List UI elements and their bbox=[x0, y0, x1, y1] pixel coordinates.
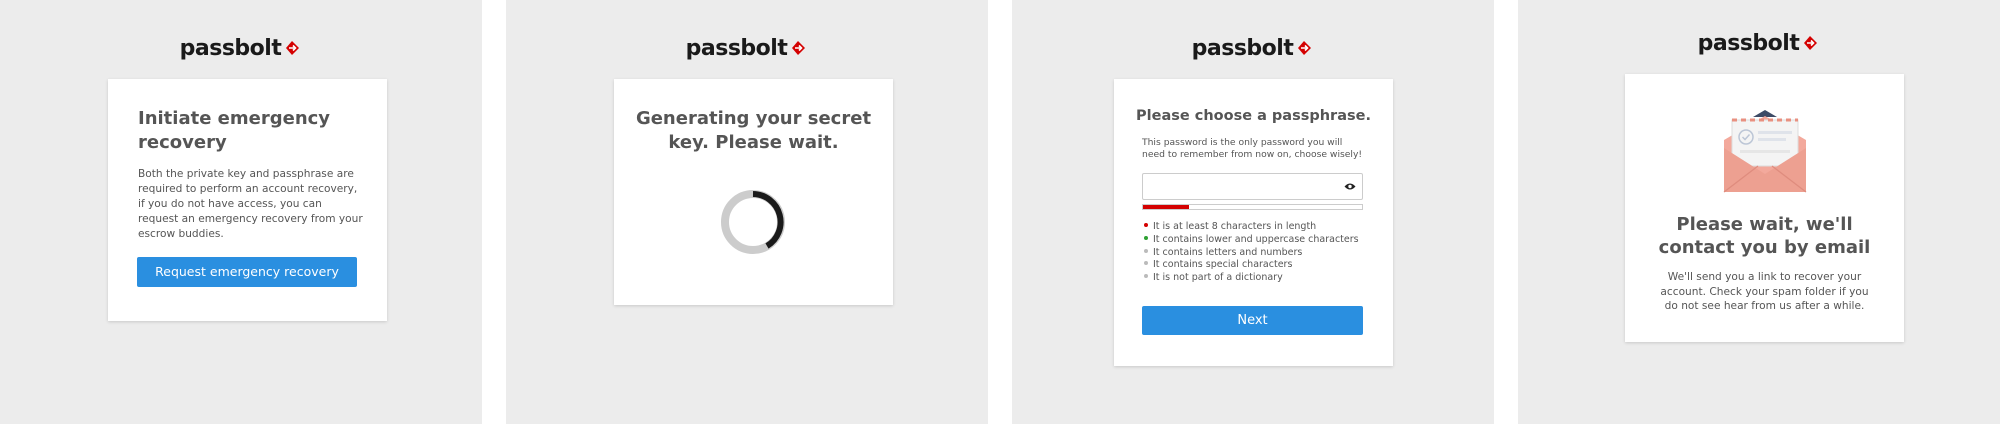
passbolt-arrow-icon bbox=[1804, 36, 1818, 50]
request-emergency-recovery-button[interactable]: Request emergency recovery bbox=[137, 257, 357, 287]
passbolt-logo: passbolt bbox=[1518, 31, 2000, 56]
criteria-status-dot bbox=[1144, 274, 1148, 279]
criteria-text: It is at least 8 characters in length bbox=[1153, 221, 1317, 232]
generating-card: Generating your secret key. Please wait. bbox=[614, 79, 893, 305]
email-wait-card: Please wait, we'll contact you by email … bbox=[1625, 74, 1904, 342]
card-description: We'll send you a link to recover your ac… bbox=[1660, 271, 1869, 312]
passbolt-logo: passbolt bbox=[0, 36, 482, 61]
screen-choose-passphrase: passbolt Please choose a passphrase. Thi… bbox=[1012, 0, 1494, 424]
logo-text: passbolt bbox=[685, 36, 788, 61]
passbolt-arrow-icon bbox=[792, 41, 806, 55]
passbolt-logo: passbolt bbox=[506, 36, 988, 61]
card-description: Both the private key and passphrase are … bbox=[138, 168, 363, 240]
criteria-item: It contains lower and uppercase characte… bbox=[1144, 234, 1374, 247]
screen-initiate-recovery: passbolt Initiate emergency recovery Bot… bbox=[0, 0, 482, 424]
criteria-item: It is at least 8 characters in length bbox=[1144, 221, 1374, 234]
next-button[interactable]: Next bbox=[1142, 306, 1363, 335]
logo-text: passbolt bbox=[1697, 31, 1800, 56]
logo-text: passbolt bbox=[1191, 36, 1294, 61]
card-title: Please choose a passphrase. bbox=[1136, 108, 1371, 124]
strength-meter bbox=[1142, 204, 1363, 210]
passphrase-field bbox=[1142, 173, 1363, 200]
passphrase-card: Please choose a passphrase. This passwor… bbox=[1114, 79, 1393, 366]
criteria-text: It contains special characters bbox=[1153, 259, 1293, 271]
passbolt-arrow-icon bbox=[286, 41, 300, 55]
eye-icon[interactable] bbox=[1344, 182, 1356, 191]
logo-text: passbolt bbox=[179, 36, 282, 61]
passphrase-input[interactable] bbox=[1147, 177, 1327, 196]
screen-generating-key: passbolt Generating your secret key. Ple… bbox=[506, 0, 988, 424]
card-description: This password is the only password you w… bbox=[1142, 137, 1363, 160]
criteria-item: It contains special characters bbox=[1144, 259, 1374, 272]
loading-spinner-icon bbox=[721, 190, 785, 254]
criteria-text: It contains lower and uppercase characte… bbox=[1153, 233, 1359, 245]
passphrase-criteria-list: It is at least 8 characters in length It… bbox=[1144, 221, 1374, 285]
recovery-card: Initiate emergency recovery Both the pri… bbox=[108, 79, 387, 321]
passbolt-arrow-icon bbox=[1298, 41, 1312, 55]
card-title: Please wait, we'll contact you by email bbox=[1658, 214, 1871, 258]
card-title: Generating your secret key. Please wait. bbox=[635, 108, 872, 153]
criteria-item: It is not part of a dictionary bbox=[1144, 272, 1374, 285]
criteria-text: It contains letters and numbers bbox=[1153, 246, 1303, 258]
strength-fill bbox=[1143, 205, 1189, 209]
criteria-status-dot bbox=[1144, 235, 1148, 240]
criteria-status-dot bbox=[1144, 248, 1148, 253]
card-title: Initiate emergency recovery bbox=[138, 108, 331, 153]
criteria-status-dot bbox=[1144, 261, 1148, 266]
criteria-text: It is not part of a dictionary bbox=[1153, 272, 1283, 284]
criteria-item: It contains letters and numbers bbox=[1144, 247, 1374, 260]
criteria-status-dot bbox=[1144, 223, 1148, 227]
passbolt-logo: passbolt bbox=[1012, 36, 1494, 61]
screen-wait-for-email: passbolt Please wait, we'll contact you … bbox=[1518, 0, 2000, 424]
envelope-illustration-icon bbox=[1723, 110, 1807, 193]
